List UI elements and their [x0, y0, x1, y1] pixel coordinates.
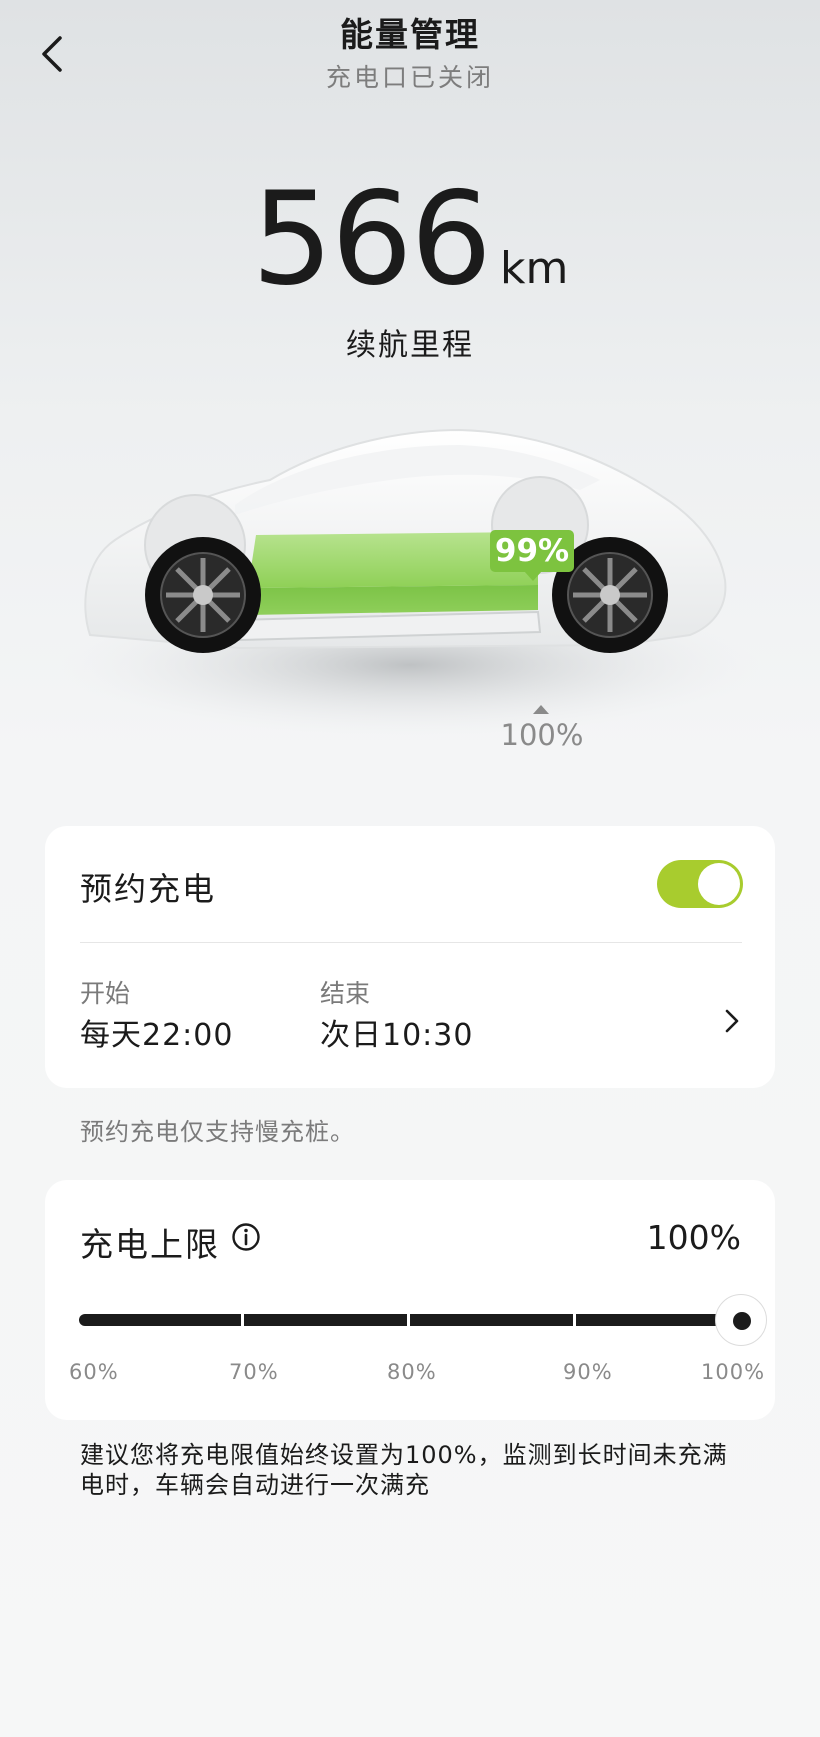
start-time: 每天22:00: [80, 1018, 234, 1053]
charge-limit-advice: 建议您将充电限值始终设置为100%，监测到长时间未充满电时，车辆会自动进行一次满…: [80, 1441, 728, 1499]
divider: [80, 942, 742, 943]
tick-label-90: 90%: [563, 1360, 613, 1384]
battery-percentage-badge: 99%: [490, 530, 574, 581]
charge-limit-slider-thumb[interactable]: [715, 1294, 767, 1346]
charge-limit-value: 100%: [646, 1218, 741, 1257]
toggle-knob: [698, 863, 740, 905]
end-time: 次日10:30: [320, 1018, 474, 1053]
range-display: 566 km: [0, 165, 820, 314]
scheduled-charging-toggle[interactable]: [657, 860, 743, 908]
charge-limit-label: 100%: [500, 718, 584, 752]
charge-limit-title: 充电上限: [80, 1225, 220, 1264]
end-label: 结束: [320, 979, 371, 1008]
schedule-time-row[interactable]: 开始 每天22:00 结束 次日10:30: [80, 974, 680, 1064]
slider-tick: [573, 1313, 576, 1327]
slider-thumb-dot: [733, 1312, 751, 1330]
slider-tick: [407, 1313, 410, 1327]
slider-tick: [241, 1313, 244, 1327]
range-value: 566: [251, 165, 492, 314]
info-icon[interactable]: [231, 1222, 261, 1252]
start-label: 开始: [80, 979, 131, 1008]
scheduled-charging-note: 预约充电仅支持慢充桩。: [80, 1118, 355, 1146]
range-unit: km: [499, 243, 569, 294]
car-illustration: [60, 428, 760, 735]
tick-label-80: 80%: [387, 1360, 437, 1384]
tick-label-100: 100%: [701, 1360, 766, 1384]
page-title: 能量管理: [340, 15, 480, 54]
tick-label-60: 60%: [69, 1360, 119, 1384]
wheel-left: [145, 537, 261, 653]
chevron-right-icon[interactable]: [717, 1006, 747, 1036]
scheduled-charging-card: 预约充电 开始 每天22:00 结束 次日10:30: [45, 826, 775, 1088]
range-label: 续航里程: [346, 328, 474, 363]
scheduled-charging-title: 预约充电: [80, 870, 217, 908]
charge-port-status: 充电口已关闭: [325, 63, 494, 92]
battery-side: [246, 585, 538, 615]
tick-label-70: 70%: [229, 1360, 279, 1384]
charge-limit-card: 充电上限 100% 60% 70% 80% 90% 100%: [45, 1180, 775, 1420]
charge-limit-marker: [533, 705, 549, 714]
